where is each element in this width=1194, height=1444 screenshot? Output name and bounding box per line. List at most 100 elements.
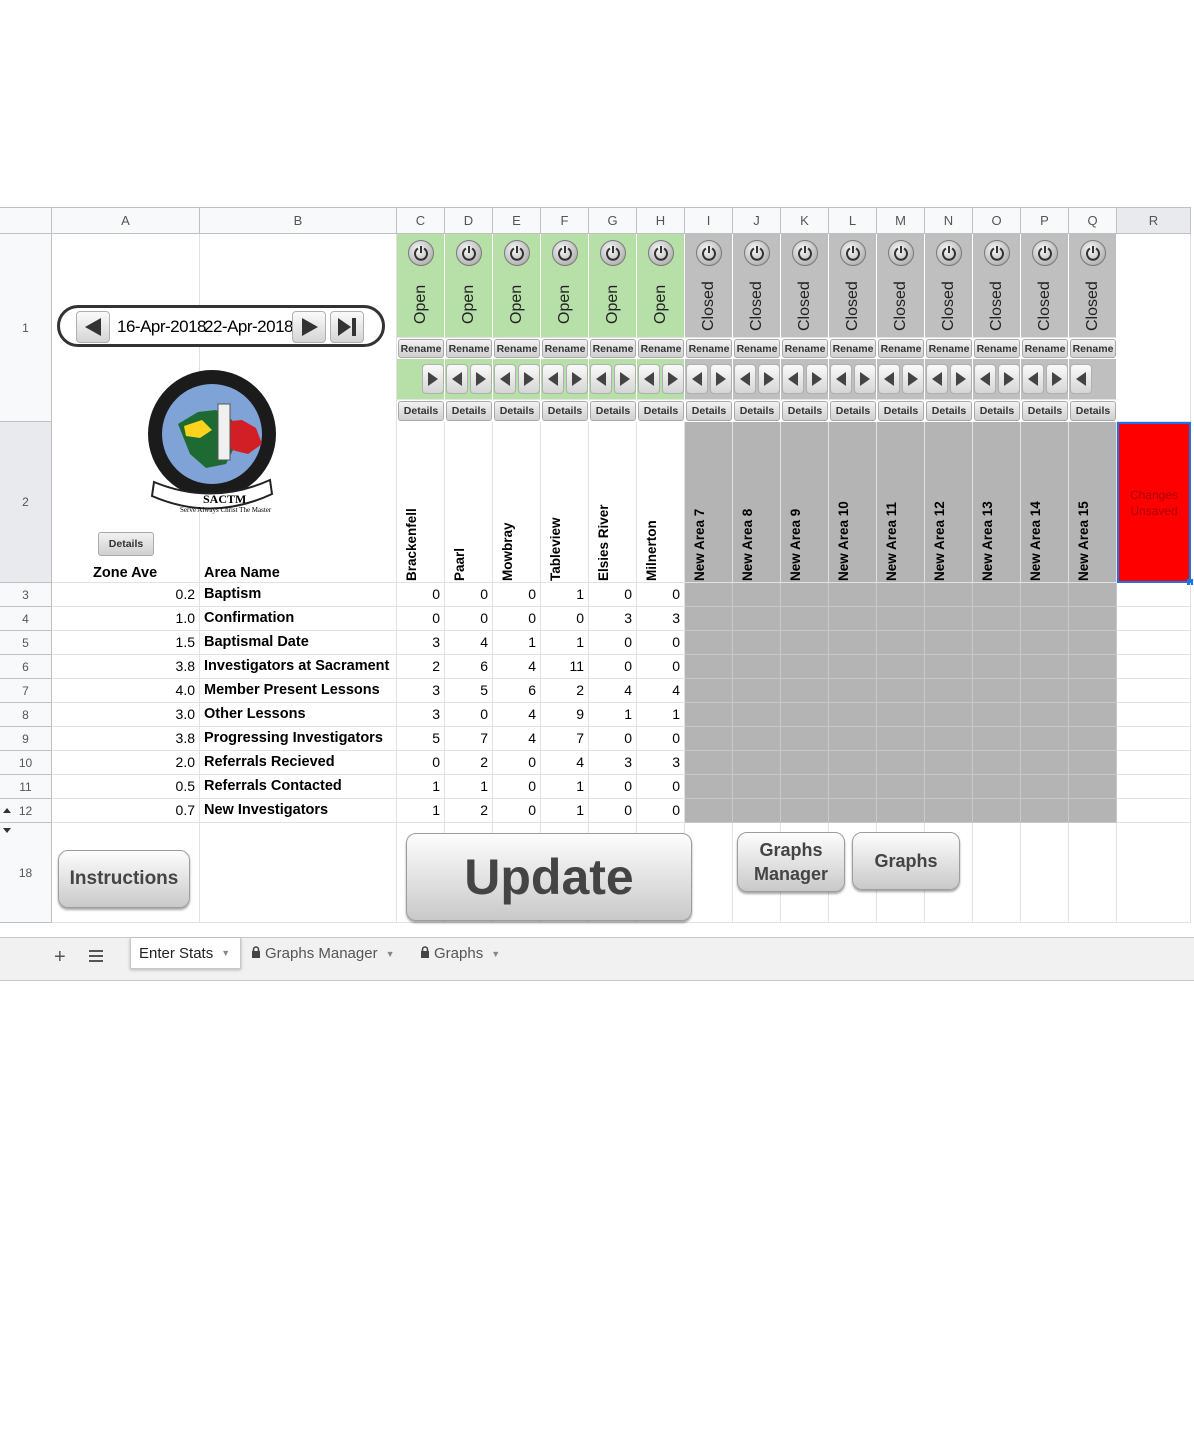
- move-left-icon[interactable]: [1070, 364, 1092, 394]
- stat-value-cell[interactable]: 6: [493, 679, 541, 703]
- column-header-e[interactable]: E: [493, 207, 541, 234]
- stat-value-cell[interactable]: 1: [541, 583, 589, 607]
- stat-value-cell[interactable]: 4: [637, 679, 685, 703]
- row-header-8[interactable]: 8: [0, 703, 52, 727]
- group-expand-icon[interactable]: [3, 828, 11, 833]
- graphs-button[interactable]: Graphs: [852, 832, 960, 890]
- area-details-button[interactable]: Details: [782, 401, 828, 421]
- stat-value-cell[interactable]: 0: [493, 583, 541, 607]
- stat-value-cell[interactable]: 0: [493, 607, 541, 631]
- stat-value-cell[interactable]: 11: [541, 655, 589, 679]
- all-sheets-menu-icon[interactable]: [89, 947, 103, 965]
- move-right-icon[interactable]: [1046, 364, 1068, 394]
- previous-week-icon[interactable]: [76, 311, 110, 343]
- rename-button[interactable]: Rename: [1022, 339, 1068, 358]
- area-details-button[interactable]: Details: [830, 401, 876, 421]
- stat-value-cell[interactable]: 3: [637, 607, 685, 631]
- stat-value-cell[interactable]: 4: [493, 703, 541, 727]
- stat-value-cell[interactable]: 1: [541, 631, 589, 655]
- stat-value-cell[interactable]: 0: [589, 655, 637, 679]
- power-icon[interactable]: [936, 240, 962, 266]
- row-header-18[interactable]: 18: [0, 823, 52, 923]
- stat-value-cell[interactable]: 0: [589, 631, 637, 655]
- stat-value-cell[interactable]: 0: [637, 727, 685, 751]
- area-details-button[interactable]: Details: [542, 401, 588, 421]
- move-left-icon[interactable]: [734, 364, 756, 394]
- stat-value-cell[interactable]: 1: [445, 775, 493, 799]
- column-header-h[interactable]: H: [637, 207, 685, 234]
- stat-value-cell[interactable]: 0: [397, 607, 445, 631]
- move-right-icon[interactable]: [902, 364, 924, 394]
- stat-value-cell[interactable]: 1: [541, 799, 589, 823]
- column-header-n[interactable]: N: [925, 207, 973, 234]
- move-left-icon[interactable]: [830, 364, 852, 394]
- cell-r[interactable]: [1117, 607, 1191, 631]
- stat-value-cell[interactable]: 4: [445, 631, 493, 655]
- rename-button[interactable]: Rename: [686, 339, 732, 358]
- move-left-icon[interactable]: [782, 364, 804, 394]
- cell-r[interactable]: [1117, 775, 1191, 799]
- move-right-icon[interactable]: [614, 364, 636, 394]
- stat-value-cell[interactable]: 3: [589, 751, 637, 775]
- move-left-icon[interactable]: [974, 364, 996, 394]
- area-details-button[interactable]: Details: [974, 401, 1020, 421]
- power-icon[interactable]: [600, 240, 626, 266]
- stat-name-cell[interactable]: Confirmation: [200, 607, 397, 631]
- stat-value-cell[interactable]: 4: [493, 727, 541, 751]
- move-right-icon[interactable]: [998, 364, 1020, 394]
- move-right-icon[interactable]: [518, 364, 540, 394]
- stat-value-cell[interactable]: 2: [445, 799, 493, 823]
- power-icon[interactable]: [1080, 240, 1106, 266]
- cell-r[interactable]: [1117, 679, 1191, 703]
- row-header-2[interactable]: 2: [0, 422, 52, 583]
- move-right-icon[interactable]: [758, 364, 780, 394]
- graphs-manager-button[interactable]: Graphs Manager: [737, 832, 845, 892]
- power-icon[interactable]: [456, 240, 482, 266]
- move-right-icon[interactable]: [806, 364, 828, 394]
- move-left-icon[interactable]: [878, 364, 900, 394]
- stat-value-cell[interactable]: 0: [637, 583, 685, 607]
- area-details-button[interactable]: Details: [398, 401, 444, 421]
- rename-button[interactable]: Rename: [638, 339, 684, 358]
- power-icon[interactable]: [1032, 240, 1058, 266]
- rename-button[interactable]: Rename: [1070, 339, 1116, 358]
- column-header-g[interactable]: G: [589, 207, 637, 234]
- stat-value-cell[interactable]: 0: [445, 583, 493, 607]
- zone-ave-cell[interactable]: 3.8: [52, 655, 200, 679]
- rename-button[interactable]: Rename: [782, 339, 828, 358]
- column-header-c[interactable]: C: [397, 207, 445, 234]
- zone-ave-cell[interactable]: 1.0: [52, 607, 200, 631]
- power-icon[interactable]: [840, 240, 866, 266]
- power-icon[interactable]: [888, 240, 914, 266]
- row-header-3[interactable]: 3: [0, 583, 52, 607]
- rename-button[interactable]: Rename: [878, 339, 924, 358]
- stat-value-cell[interactable]: 7: [541, 727, 589, 751]
- stat-value-cell[interactable]: 1: [541, 775, 589, 799]
- stat-value-cell[interactable]: 0: [637, 655, 685, 679]
- column-header-p[interactable]: P: [1021, 207, 1069, 234]
- rename-button[interactable]: Rename: [398, 339, 444, 358]
- zone-ave-cell[interactable]: 2.0: [52, 751, 200, 775]
- rename-button[interactable]: Rename: [974, 339, 1020, 358]
- stat-value-cell[interactable]: 5: [397, 727, 445, 751]
- stat-value-cell[interactable]: 4: [589, 679, 637, 703]
- cell-r[interactable]: [1117, 703, 1191, 727]
- row-header-11[interactable]: 11: [0, 775, 52, 799]
- stat-value-cell[interactable]: 2: [445, 751, 493, 775]
- row-header-5[interactable]: 5: [0, 631, 52, 655]
- move-right-icon[interactable]: [422, 364, 444, 394]
- move-left-icon[interactable]: [1022, 364, 1044, 394]
- move-right-icon[interactable]: [854, 364, 876, 394]
- rename-button[interactable]: Rename: [446, 339, 492, 358]
- stat-value-cell[interactable]: 3: [397, 631, 445, 655]
- stat-value-cell[interactable]: 1: [589, 703, 637, 727]
- stat-name-cell[interactable]: Member Present Lessons: [200, 679, 397, 703]
- next-week-icon[interactable]: [292, 311, 326, 343]
- power-icon[interactable]: [744, 240, 770, 266]
- column-header-o[interactable]: O: [973, 207, 1021, 234]
- stat-value-cell[interactable]: 0: [493, 751, 541, 775]
- stat-name-cell[interactable]: Other Lessons: [200, 703, 397, 727]
- stat-value-cell[interactable]: 3: [397, 703, 445, 727]
- zone-ave-cell[interactable]: 0.2: [52, 583, 200, 607]
- stat-value-cell[interactable]: 1: [397, 799, 445, 823]
